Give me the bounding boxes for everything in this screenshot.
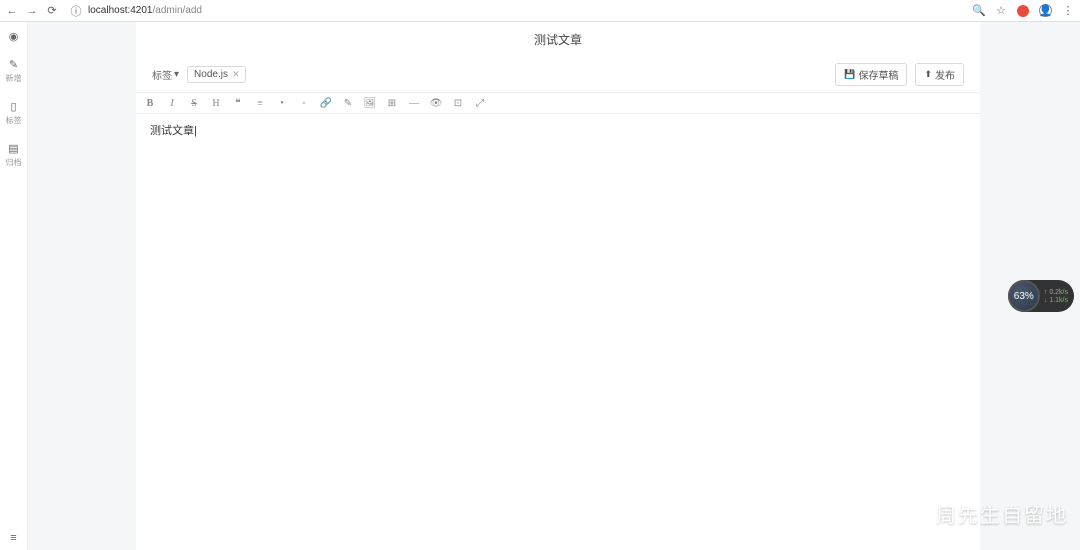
upload-icon: ⬆ (924, 69, 932, 80)
reload-icon[interactable]: ⟳ (46, 5, 58, 17)
tag-dropdown-label: 标签 (152, 67, 172, 82)
sidebar-item-label: 标签 (6, 115, 22, 126)
wechat-icon (902, 503, 930, 525)
tag-dropdown[interactable]: 标签 ▾ (152, 67, 179, 82)
sidebar-item-label: 归档 (6, 157, 22, 168)
watermark-text: 周先生自留地 (936, 499, 1068, 528)
bookmark-icon: ▯ (8, 100, 20, 112)
profile-icon[interactable]: 👤 (1039, 4, 1052, 17)
split-button[interactable]: ⊡ (452, 97, 464, 109)
table-button[interactable]: ⊞ (386, 97, 398, 109)
heading-button[interactable]: H (210, 97, 222, 109)
chevron-down-icon: ▾ (174, 69, 179, 80)
archive-icon: ▤ (8, 142, 20, 154)
tag-chip[interactable]: Node.js ✕ (187, 66, 246, 83)
italic-button[interactable]: I (166, 97, 178, 109)
pencil-icon: ✎ (8, 58, 20, 70)
url-path: /admin/add (153, 5, 202, 16)
save-icon: 💾 (844, 69, 855, 80)
download-speed: ↓ 1.1k/s (1044, 297, 1068, 304)
menu-icon: ≡ (8, 532, 20, 544)
watermark: 周先生自留地 (902, 499, 1068, 528)
menu-icon[interactable]: ⋮ (1062, 5, 1074, 17)
info-icon: ⓘ (70, 5, 82, 17)
cpu-percent: 63% (1008, 280, 1040, 312)
star-icon[interactable]: ☆ (995, 5, 1007, 17)
align-button[interactable]: ≡ (254, 97, 266, 109)
content-area: 标签 ▾ Node.js ✕ 💾 保存草稿 ⬆ 发布 B (28, 22, 1080, 550)
ul-button[interactable]: • (276, 97, 288, 109)
sidebar-item-label: 新增 (6, 73, 22, 84)
search-icon[interactable]: 🔍 (973, 5, 985, 17)
hr-button[interactable]: — (408, 97, 420, 109)
extension-badge[interactable] (1017, 5, 1029, 17)
network-widget[interactable]: 63% ↑ 0.2k/s ↓ 1.1k/s (1008, 280, 1074, 312)
strike-button[interactable]: S (188, 97, 200, 109)
close-icon[interactable]: ✕ (232, 69, 240, 80)
editor-body[interactable]: 测试文章 (136, 114, 980, 534)
back-icon[interactable]: ← (6, 5, 18, 17)
browser-toolbar: ← → ⟳ ⓘ localhost:4201/admin/add 🔍 ☆ 👤 ⋮ (0, 0, 1080, 22)
tag-chip-label: Node.js (194, 69, 228, 80)
save-draft-label: 保存草稿 (858, 67, 898, 82)
publish-label: 发布 (935, 67, 955, 82)
shield-icon: ◉ (8, 30, 20, 42)
sidebar-item-add[interactable]: ✎ 新增 (6, 58, 22, 84)
publish-button[interactable]: ⬆ 发布 (915, 63, 964, 86)
sidebar-item-home[interactable]: ◉ (8, 30, 20, 42)
fullscreen-button[interactable]: ⤢ (474, 97, 486, 109)
sidebar-item-tags[interactable]: ▯ 标签 (6, 100, 22, 126)
ol-button[interactable]: ◦ (298, 97, 310, 109)
article-title-input[interactable] (136, 33, 980, 47)
quote-button[interactable]: ❝ (232, 97, 244, 109)
editor-toolbar: B I S H ❝ ≡ • ◦ 🔗 ✎ 🖼 ⊞ — 👁 ⊡ ⤢ (136, 92, 980, 114)
url-host: localhost:4201 (88, 5, 153, 16)
sidebar-collapse[interactable]: ≡ (8, 532, 20, 544)
sidebar-item-archive[interactable]: ▤ 归档 (6, 142, 22, 168)
forward-icon[interactable]: → (26, 5, 38, 17)
bold-button[interactable]: B (144, 97, 156, 109)
link-button[interactable]: 🔗 (320, 97, 332, 109)
sidebar: ◉ ✎ 新增 ▯ 标签 ▤ 归档 ≡ (0, 22, 28, 550)
preview-button[interactable]: 👁 (430, 97, 442, 109)
article-editor-card: 标签 ▾ Node.js ✕ 💾 保存草稿 ⬆ 发布 B (136, 22, 980, 550)
editor-text: 测试文章 (150, 125, 197, 137)
save-draft-button[interactable]: 💾 保存草稿 (835, 63, 907, 86)
edit-button[interactable]: ✎ (342, 97, 354, 109)
address-bar[interactable]: ⓘ localhost:4201/admin/add (66, 5, 965, 17)
upload-speed: ↑ 0.2k/s (1044, 289, 1068, 296)
image-button[interactable]: 🖼 (364, 97, 376, 109)
